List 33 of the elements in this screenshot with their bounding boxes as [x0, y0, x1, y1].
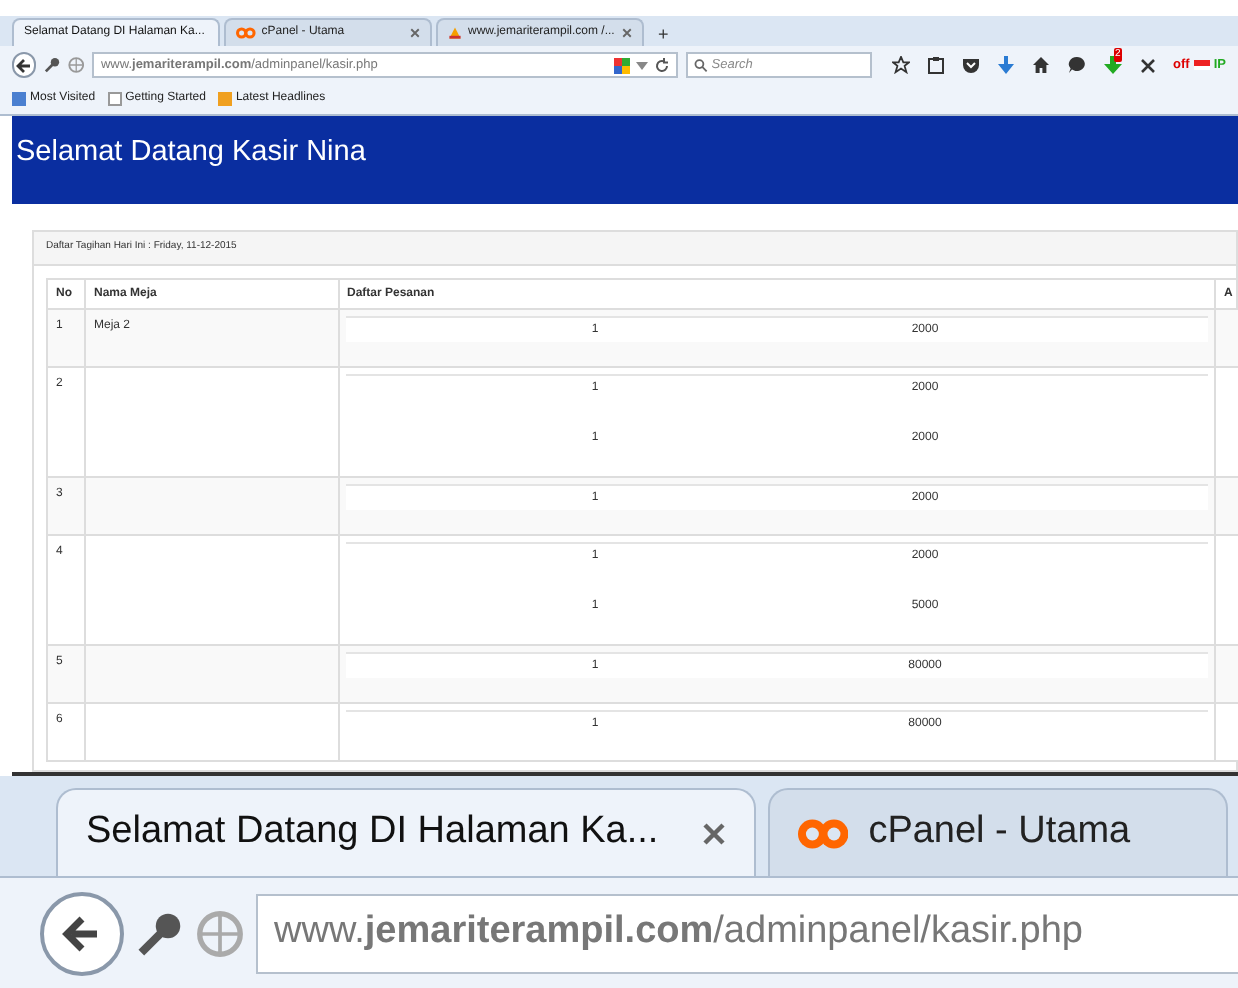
globe-icon — [68, 56, 85, 74]
page-title: Selamat Datang Kasir Nina — [16, 134, 366, 172]
back-button[interactable] — [40, 891, 124, 975]
chat-icon[interactable] — [1067, 56, 1086, 74]
browser-tab[interactable]: cPanel - Utama — [768, 788, 1228, 876]
caret-icon — [636, 61, 649, 69]
flag-icon — [1193, 60, 1210, 70]
download-icon[interactable] — [997, 56, 1014, 74]
globe-icon — [196, 909, 244, 957]
key-icon — [44, 56, 61, 74]
tab-title: cPanel - Utama — [868, 808, 1133, 857]
new-tab-button[interactable]: + — [648, 22, 679, 46]
color-grid-icon — [614, 57, 631, 73]
close-icon[interactable] — [702, 821, 726, 845]
feed-icon — [217, 92, 232, 106]
close-icon[interactable] — [1139, 57, 1156, 73]
bookmark-folder-icon — [12, 92, 26, 106]
star-icon[interactable] — [891, 56, 910, 74]
clipboard-icon[interactable] — [927, 56, 944, 74]
back-arrow-icon — [16, 57, 33, 73]
browser-tab[interactable]: Selamat Datang DI Halaman Ka... — [56, 788, 756, 876]
search-icon — [694, 58, 708, 72]
reload-icon[interactable] — [654, 57, 671, 73]
address-bar[interactable]: www.jemariterampil.com/adminpanel/kasir.php — [256, 893, 1238, 973]
page-icon — [107, 92, 122, 106]
url-text: www.jemariterampil.com/adminpanel/kasir.php — [274, 908, 1083, 957]
site-logo-icon — [448, 26, 462, 40]
tab-title: Selamat Datang DI Halaman Ka... — [86, 808, 661, 857]
pocket-icon[interactable] — [961, 57, 980, 73]
key-icon — [136, 909, 184, 957]
down-arrow-icon — [1103, 56, 1122, 74]
home-icon[interactable] — [1031, 56, 1050, 74]
back-button[interactable] — [12, 52, 37, 78]
